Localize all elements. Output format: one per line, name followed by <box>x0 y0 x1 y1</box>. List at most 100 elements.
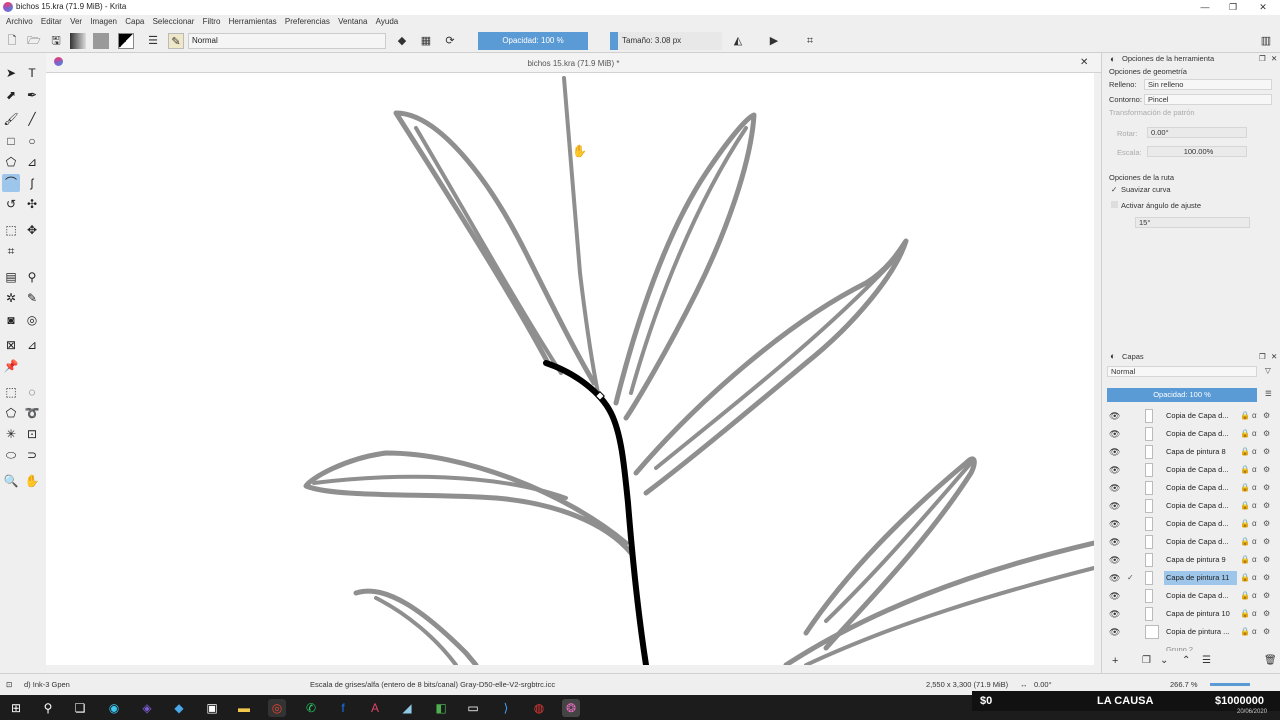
layer-row[interactable]: 👁 Copia de Capa d... 🔒 α ⚙ <box>1107 461 1270 479</box>
visibility-icon[interactable]: 👁 <box>1109 518 1120 530</box>
inherit-alpha-icon[interactable]: ⚙ <box>1263 500 1270 512</box>
layer-row[interactable]: 👁 Copia de pintura ... 🔒 α ⚙ <box>1107 623 1270 641</box>
bezier-curve-tool-icon[interactable]: ⌒ <box>2 174 20 192</box>
layer-row[interactable]: 👁 Copia de Capa d... 🔒 α ⚙ <box>1107 533 1270 551</box>
crop-tool-icon[interactable]: ⌗ <box>2 242 20 260</box>
move-layer-down-icon[interactable]: ⌄ <box>1160 655 1168 666</box>
enclose-fill-icon[interactable]: ◎ <box>23 311 41 329</box>
layer-row[interactable]: 👁 Copia de Capa d... 🔒 α ⚙ <box>1107 515 1270 533</box>
measure-tool-icon[interactable]: ⊿ <box>23 336 41 354</box>
inherit-alpha-icon[interactable]: ⚙ <box>1263 410 1270 422</box>
menu-ventana[interactable]: Ventana <box>338 15 367 29</box>
inherit-alpha-icon[interactable]: ⚙ <box>1263 482 1270 494</box>
layer-menu-icon[interactable]: ☰ <box>1265 389 1272 398</box>
menu-herramientas[interactable]: Herramientas <box>229 15 277 29</box>
polygon-select-icon[interactable]: ⬠ <box>2 404 20 422</box>
layer-row[interactable]: 👁 Copia de Capa d... 🔒 α ⚙ <box>1107 425 1270 443</box>
chrome-icon[interactable]: ◎ <box>268 699 286 717</box>
brush-preset-icon[interactable]: ✎ <box>168 33 184 49</box>
menu-ayuda[interactable]: Ayuda <box>376 15 399 29</box>
facebook-icon[interactable]: f <box>334 699 352 717</box>
inherit-alpha-icon[interactable]: ⚙ <box>1263 590 1270 602</box>
color-picker-icon[interactable]: ⚲ <box>23 268 41 286</box>
lock-icon[interactable]: 🔒 <box>1240 500 1250 512</box>
outline-select[interactable]: Pincel <box>1144 94 1272 105</box>
calligraphy-icon[interactable]: ✒ <box>23 86 41 104</box>
contiguous-select-icon[interactable]: ✳ <box>2 425 20 443</box>
visibility-icon[interactable]: 👁 <box>1109 626 1120 638</box>
visibility-icon[interactable]: 👁 <box>1109 608 1120 620</box>
alpha-icon[interactable]: α <box>1252 482 1257 494</box>
layer-row[interactable]: 👁 Capa de pintura 8 🔒 α ⚙ <box>1107 443 1270 461</box>
brush-size-slider[interactable]: Tamaño: 3.08 px <box>610 32 722 50</box>
adobe-icon[interactable]: A <box>366 699 384 717</box>
visibility-icon[interactable]: 👁 <box>1109 572 1120 584</box>
task-view-icon[interactable]: ❏ <box>71 699 89 717</box>
move-layer-up-icon[interactable]: ⌃ <box>1182 655 1190 666</box>
alpha-icon[interactable]: α <box>1252 554 1257 566</box>
lock-icon[interactable]: 🔒 <box>1240 464 1250 476</box>
pan-tool-icon[interactable]: ✋ <box>23 472 41 490</box>
alpha-icon[interactable]: α <box>1252 590 1257 602</box>
lock-icon[interactable]: 🔒 <box>1240 446 1250 458</box>
zoom-slider[interactable] <box>1210 683 1250 686</box>
zoom-tool-icon[interactable]: 🔍 <box>2 472 20 490</box>
gradient-selector-icon[interactable] <box>70 33 86 49</box>
layer-row-group[interactable]: Grupo 2 <box>1107 641 1270 651</box>
visibility-icon[interactable]: 👁 <box>1109 500 1120 512</box>
store-icon[interactable]: ◆ <box>170 699 188 717</box>
menu-preferencias[interactable]: Preferencias <box>285 15 330 29</box>
alpha-icon[interactable]: α <box>1252 536 1257 548</box>
pattern-selector-icon[interactable] <box>93 33 109 49</box>
drawing-canvas[interactable]: ✋ <box>46 73 1094 665</box>
visibility-icon[interactable]: 👁 <box>1109 554 1120 566</box>
bezier-select-icon[interactable]: ⬭ <box>2 446 20 464</box>
mirror-horizontal-icon[interactable]: ◭ <box>730 33 746 49</box>
terminal-icon[interactable]: ▭ <box>464 699 482 717</box>
inherit-alpha-icon[interactable]: ⚙ <box>1263 464 1270 476</box>
visibility-icon[interactable]: 👁 <box>1109 410 1120 422</box>
fill-tool-icon[interactable]: ◙ <box>2 311 20 329</box>
polyline-tool-icon[interactable]: ⊿ <box>23 153 41 171</box>
lock-icon[interactable]: 🔒 <box>1240 428 1250 440</box>
transform-tool-icon[interactable]: ⬚ <box>2 221 20 239</box>
multibrush-icon[interactable]: ✣ <box>23 195 41 213</box>
menu-editar[interactable]: Editar <box>41 15 62 29</box>
inherit-alpha-icon[interactable]: ⚙ <box>1263 554 1270 566</box>
menu-filtro[interactable]: Filtro <box>203 15 221 29</box>
edge-icon[interactable]: ◉ <box>105 699 123 717</box>
rectangle-tool-icon[interactable]: □ <box>2 132 20 150</box>
mirror-vertical-icon[interactable]: ▶ <box>766 33 782 49</box>
visibility-icon[interactable]: 👁 <box>1109 536 1120 548</box>
layer-properties-icon[interactable]: ☰ <box>1202 655 1211 666</box>
app-icon[interactable]: ◈ <box>138 699 156 717</box>
line-tool-icon[interactable]: ╱ <box>23 110 41 128</box>
search-icon[interactable]: ⚲ <box>39 699 57 717</box>
close-window-button[interactable]: ✕ <box>1248 0 1278 15</box>
alpha-icon[interactable]: α <box>1252 410 1257 422</box>
inherit-alpha-icon[interactable]: ⚙ <box>1263 446 1270 458</box>
inherit-alpha-icon[interactable]: ⚙ <box>1263 626 1270 638</box>
alpha-icon[interactable]: α <box>1252 428 1257 440</box>
dynamic-brush-icon[interactable]: ↺ <box>2 195 20 213</box>
assistant-tool-icon[interactable]: ⊠ <box>2 336 20 354</box>
layer-row[interactable]: 👁 Capa de pintura 10 🔒 α ⚙ <box>1107 605 1270 623</box>
menu-capa[interactable]: Capa <box>125 15 144 29</box>
fill-select[interactable]: Sin relleno <box>1144 79 1272 90</box>
similar-color-select-icon[interactable]: ⊡ <box>23 425 41 443</box>
gradient-tool-icon[interactable]: ▤ <box>2 268 20 286</box>
wrap-around-icon[interactable]: ⌗ <box>802 33 818 49</box>
lock-icon[interactable]: 🔒 <box>1240 482 1250 494</box>
layer-row-selected[interactable]: 👁 ✓ Capa de pintura 11 🔒 α ⚙ <box>1107 569 1270 587</box>
restore-button[interactable]: ❐ <box>1218 0 1248 15</box>
inherit-alpha-icon[interactable]: ⚙ <box>1263 608 1270 620</box>
smooth-curve-checkbox[interactable]: ✓ <box>1111 185 1117 194</box>
visibility-icon[interactable]: 👁 <box>1109 428 1120 440</box>
layer-opacity-slider[interactable]: Opacidad: 100 % <box>1107 388 1257 402</box>
move-tool-icon[interactable]: ✥ <box>23 221 41 239</box>
inherit-alpha-icon[interactable]: ⚙ <box>1263 536 1270 548</box>
layer-row[interactable]: 👁 Copia de Capa d... 🔒 α ⚙ <box>1107 479 1270 497</box>
lock-icon[interactable]: 🔒 <box>1240 518 1250 530</box>
horizontal-scrollbar[interactable] <box>46 665 1101 673</box>
file-explorer-icon[interactable]: ▬ <box>235 699 253 717</box>
